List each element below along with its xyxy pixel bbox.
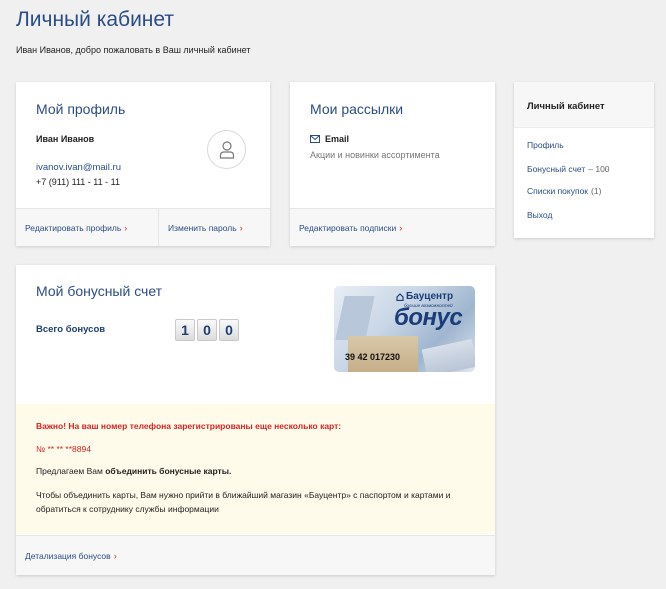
notice-info: Чтобы объединить карты, Вам нужно прийти… (36, 490, 451, 514)
bonus-details-link[interactable]: Детализация бонусов › (25, 551, 117, 561)
avatar (207, 130, 246, 169)
sidenav-item-label: Бонусный счет (527, 164, 586, 174)
bonus-details-label: Детализация бонусов (25, 551, 111, 561)
bonus-counter: 1 0 0 (175, 319, 239, 341)
house-icon (396, 292, 404, 301)
subscription-email: Email (310, 134, 349, 144)
chevron-right-icon: › (124, 223, 128, 233)
chevron-right-icon: › (113, 551, 117, 561)
profile-name: Иван Иванов (36, 134, 95, 144)
bonus-card: Мой бонусный счет Всего бонусов 1 0 0 Ба… (16, 265, 495, 575)
subscription-email-desc: Акции и новинки ассортимента (310, 150, 440, 160)
sidenav-item-label: Выход (527, 210, 553, 220)
bonus-total-label: Всего бонусов (36, 324, 106, 335)
card-number: 39 42 017230 (345, 352, 401, 362)
edit-subscriptions-label: Редактировать подписки (299, 223, 397, 233)
page-title: Личный кабинет (16, 8, 174, 31)
notice-offer-bold: объединить бонусные карты. (105, 466, 232, 476)
sidenav-item-profile[interactable]: Профиль (527, 140, 564, 150)
sidenav-item-count: (1) (591, 186, 602, 196)
profile-phone: +7 (911) 111 - 11 - 11 (36, 177, 120, 187)
notice-warning: Важно! На ваш номер телефона зарегистрир… (36, 421, 342, 431)
bonus-digit: 0 (197, 319, 217, 341)
bonus-digit: 0 (219, 319, 239, 341)
notice-card-number: № ** ** **8894 (36, 444, 91, 454)
multiple-cards-notice: Важно! На ваш номер телефона зарегистрир… (16, 404, 495, 534)
notice-offer: Предлагаем Вам объединить бонусные карты… (36, 466, 231, 476)
profile-card: Мой профиль Иван Иванов ivanov.ivan@mail… (16, 82, 270, 246)
card-decoration (421, 339, 475, 372)
edit-profile-label: Редактировать профиль (25, 223, 122, 233)
bonus-footer: Детализация бонусов › (16, 535, 495, 575)
profile-email: ivanov.ivan@mail.ru (36, 162, 121, 173)
bonus-digit: 1 (175, 319, 195, 341)
brand-name: Бауцентр (406, 291, 454, 302)
subscription-email-label: Email (325, 134, 350, 144)
sidenav-item-bonus[interactable]: Бонусный счет – 100 (527, 164, 610, 174)
bonus-title: Мой бонусный счет (36, 283, 163, 299)
footer-divider (158, 209, 159, 246)
brand-logo: Бауцентр (396, 291, 453, 302)
change-password-link[interactable]: Изменить пароль › (168, 223, 243, 233)
notice-offer-prefix: Предлагаем Вам (36, 466, 106, 476)
user-icon (219, 140, 234, 159)
chevron-right-icon: › (239, 223, 243, 233)
profile-footer: Редактировать профиль › Изменить пароль › (16, 208, 270, 246)
bonus-card-image: Бауцентр больше возможностей бонус 39 42… (334, 286, 475, 372)
sidenav-title: Личный кабинет (527, 101, 605, 112)
envelope-icon (310, 135, 320, 143)
subscriptions-card: Мои рассылки Email Акции и новинки ассор… (290, 82, 495, 246)
sidenav-item-label: Профиль (527, 140, 564, 150)
edit-profile-link[interactable]: Редактировать профиль › (25, 223, 127, 233)
sidenav-item-logout[interactable]: Выход (527, 210, 552, 220)
sidenav-item-count: – 100 (588, 164, 610, 174)
account-sidenav: Личный кабинет Профиль Бонусный счет – 10… (514, 82, 654, 238)
welcome-text: Иван Иванов, добро пожаловать в Ваш личн… (16, 45, 251, 55)
edit-subscriptions-link[interactable]: Редактировать подписки › (299, 223, 402, 233)
profile-title: Мой профиль (36, 101, 126, 117)
subscriptions-footer: Редактировать подписки › (290, 208, 495, 246)
brand-bonus-text: бонус (394, 304, 463, 331)
card-decoration (335, 296, 375, 340)
sidenav-item-label: Списки покупок (527, 186, 589, 196)
change-password-label: Изменить пароль (168, 223, 237, 233)
chevron-right-icon: › (399, 223, 403, 233)
subscriptions-title: Мои рассылки (310, 101, 404, 117)
sidenav-header: Личный кабинет (514, 82, 654, 128)
sidenav-item-lists[interactable]: Списки покупок (1) (527, 186, 601, 196)
